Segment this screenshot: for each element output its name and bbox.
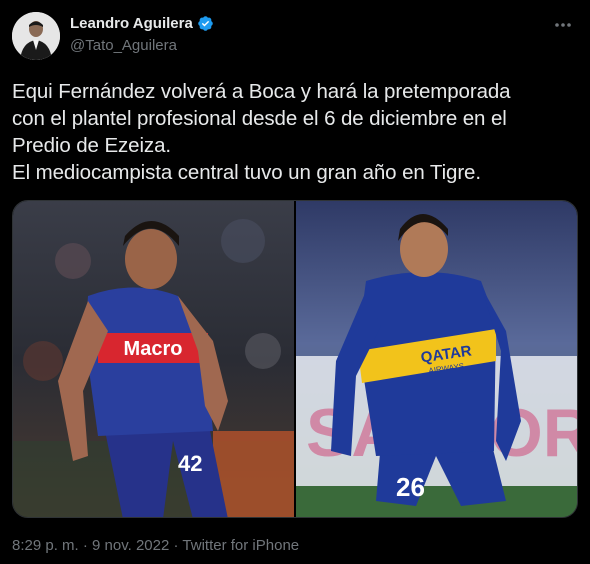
meta-separator: · <box>173 537 179 554</box>
media-grid: Macro 42 QATAR AIRWAYS 26 <box>12 200 578 518</box>
photo-left[interactable]: Macro 42 <box>13 201 294 517</box>
tweet-text: Equi Fernández volverá a Boca y hará la … <box>12 78 582 186</box>
left-shirt-number: 42 <box>178 451 202 476</box>
meta-separator: · <box>82 537 88 554</box>
more-options-icon[interactable] <box>552 14 574 36</box>
avatar-image <box>12 12 60 60</box>
tweet-text-line: El mediocampista central tuvo un gran añ… <box>12 161 481 184</box>
tweet-source: Twitter for iPhone <box>182 537 300 554</box>
display-name[interactable]: Leandro Aguilera <box>70 15 193 32</box>
handle[interactable]: @Tato_Aguilera <box>70 37 214 54</box>
tweet-text-line: Predio de Ezeiza. <box>12 134 171 157</box>
left-shirt-sponsor: Macro <box>124 338 183 360</box>
tweet-text-line: Equi Fernández volverá a Boca y hará la … <box>12 80 511 103</box>
author-block: Leandro Aguilera @Tato_Aguilera <box>70 15 214 54</box>
tweet-date[interactable]: 9 nov. 2022 <box>92 537 169 554</box>
photo-right[interactable]: SANTOR QATAR AIRWAYS 26 <box>296 201 577 517</box>
avatar[interactable] <box>12 12 60 60</box>
tweet: Leandro Aguilera @Tato_Aguilera Equi Fer… <box>0 0 590 564</box>
right-shirt-number: 26 <box>396 472 425 502</box>
verified-badge-icon <box>197 15 214 32</box>
tweet-meta: 8:29 p. m. · 9 nov. 2022 · Twitter for i… <box>12 537 299 554</box>
tweet-time[interactable]: 8:29 p. m. <box>12 537 79 554</box>
name-row: Leandro Aguilera <box>70 15 214 32</box>
tweet-text-line: con el plantel profesional desde el 6 de… <box>12 107 507 130</box>
